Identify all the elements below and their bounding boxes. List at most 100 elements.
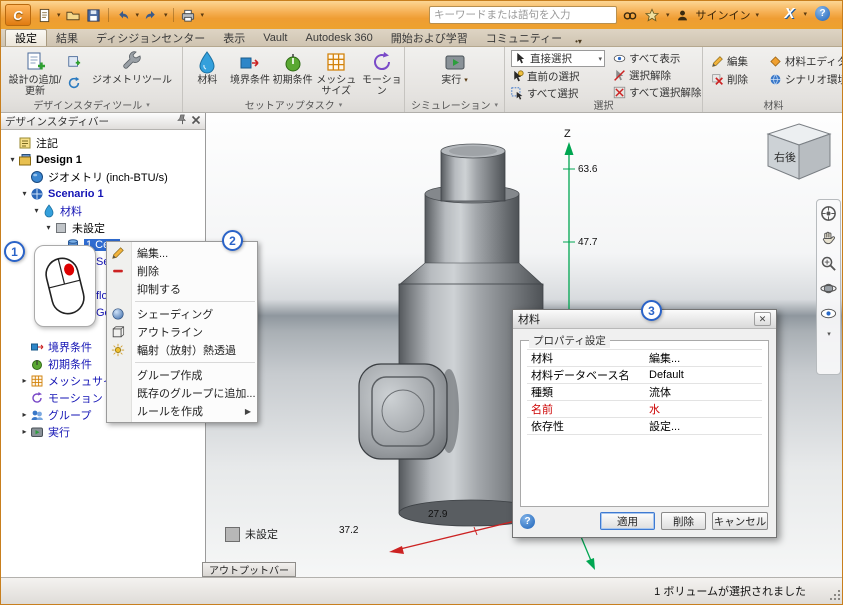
expand-arrow-icon[interactable]: ▾: [43, 223, 54, 232]
new-dropdown-icon[interactable]: ▾: [57, 11, 61, 19]
boundary-conditions-button[interactable]: 境界条件: [230, 48, 271, 86]
output-bar-label: アウトプットバー: [209, 566, 289, 577]
property-row-type[interactable]: 種類 流体: [527, 384, 762, 401]
help-icon[interactable]: ?: [815, 6, 830, 21]
tree-item-notes[interactable]: 注記: [1, 134, 205, 151]
output-bar-tab[interactable]: アウトプットバー: [202, 562, 296, 577]
tree-item-run[interactable]: ▸ 実行: [1, 423, 205, 440]
menu-item-delete[interactable]: 削除: [107, 262, 257, 280]
group-label-simulation[interactable]: シミュレーション ▾: [405, 98, 504, 112]
tab-getting-started[interactable]: 開始および学習: [382, 29, 477, 46]
group-label-material[interactable]: 材料: [703, 98, 842, 112]
direct-select-dropdown-icon[interactable]: ▾: [598, 55, 602, 63]
undo-icon[interactable]: [114, 6, 132, 24]
undo-dropdown-icon[interactable]: ▾: [136, 11, 140, 19]
mesh-size-button[interactable]: メッシュサイズ: [315, 48, 358, 97]
expand-arrow-icon[interactable]: ▸: [19, 410, 30, 419]
tree-item-scenario-1[interactable]: ▾ Scenario 1: [1, 185, 205, 202]
initial-conditions-button[interactable]: 初期条件: [272, 48, 313, 86]
exchange-dropdown-icon[interactable]: ▾: [803, 10, 807, 18]
run-button[interactable]: 実行 ▾: [431, 48, 479, 86]
tab-vault[interactable]: Vault: [254, 29, 296, 46]
tree-item-unassigned[interactable]: ▾ 未設定: [1, 219, 205, 236]
update-design-icon[interactable]: [67, 76, 81, 95]
group-label-select[interactable]: 選択: [505, 98, 702, 112]
menu-item-shading[interactable]: シェーディング: [107, 305, 257, 323]
property-row-database[interactable]: 材料データベース名 Default: [527, 367, 762, 384]
property-row-dependency[interactable]: 依存性 設定...: [527, 418, 762, 435]
context-menu: 編集... 削除 抑制する シェーディング アウトライン 輻射（放射）熱透過 グ…: [106, 241, 258, 423]
add-update-design-button[interactable]: 設計の追加/更新: [6, 48, 64, 97]
expand-arrow-icon[interactable]: ▾: [19, 189, 30, 198]
geometry-tools-button[interactable]: ジオメトリツール: [84, 48, 180, 86]
edit-material-button[interactable]: 編集: [711, 53, 769, 69]
menu-item-outline[interactable]: アウトライン: [107, 323, 257, 341]
tab-settings[interactable]: 設定: [5, 29, 47, 46]
zoom-icon[interactable]: [820, 255, 837, 272]
exchange-apps-icon[interactable]: X: [784, 5, 794, 22]
tree-item-material[interactable]: ▾ 材料: [1, 202, 205, 219]
tab-decision-center[interactable]: ディシジョンセンター: [87, 29, 214, 46]
delete-material-button[interactable]: 削除: [711, 71, 769, 87]
qat-customize-icon[interactable]: ▾: [201, 11, 205, 19]
group-label-setup-tasks[interactable]: セットアップタスク ▾: [183, 98, 404, 112]
expand-arrow-icon[interactable]: ▸: [19, 427, 30, 436]
tree-item-design-1[interactable]: ▾ Design 1: [1, 151, 205, 168]
apply-button[interactable]: 適用: [600, 512, 655, 530]
navbar-more-icon[interactable]: ▾: [827, 330, 831, 338]
close-panel-icon[interactable]: [191, 115, 201, 128]
material-editor-button[interactable]: 材料エディタ: [769, 53, 842, 69]
direct-select-combo[interactable]: 直接選択 ▾: [511, 50, 605, 67]
print-icon[interactable]: [179, 6, 197, 24]
favorites-dropdown-icon[interactable]: ▾: [666, 11, 670, 19]
tree-item-geometry[interactable]: ジオメトリ (inch-BTU/s): [1, 168, 205, 185]
mouse-icon: [45, 257, 85, 315]
expand-arrow-icon[interactable]: ▾: [31, 206, 42, 215]
cancel-button[interactable]: キャンセル: [712, 512, 768, 530]
tab-community[interactable]: コミュニティー: [477, 29, 571, 46]
previous-select-button[interactable]: 直前の選択: [511, 68, 605, 84]
search-binoculars-icon[interactable]: [621, 6, 639, 24]
tab-view[interactable]: 表示: [214, 29, 254, 46]
show-all-button[interactable]: すべて表示: [613, 50, 701, 66]
pan-hand-icon[interactable]: [820, 230, 837, 247]
steering-wheel-icon[interactable]: [820, 205, 837, 222]
menu-item-add-to-group[interactable]: 既存のグループに追加...: [107, 384, 257, 402]
orbit-icon[interactable]: [820, 280, 837, 297]
signin-dropdown-icon[interactable]: ▾: [756, 11, 760, 19]
favorites-star-icon[interactable]: [643, 6, 661, 24]
pin-icon[interactable]: [177, 114, 188, 128]
property-row-name[interactable]: 名前水: [527, 401, 762, 418]
tab-overflow-icon[interactable]: •▾: [575, 37, 582, 46]
redo-icon[interactable]: [142, 6, 160, 24]
new-icon[interactable]: [35, 6, 53, 24]
redo-dropdown-icon[interactable]: ▾: [164, 11, 168, 19]
group-label-design-study-tools[interactable]: デザインスタディツール ▾: [1, 98, 182, 112]
look-icon[interactable]: [820, 305, 837, 322]
menu-item-suppress[interactable]: 抑制する: [107, 280, 257, 298]
scenario-environment-button[interactable]: シナリオ環境: [769, 71, 842, 87]
menu-item-create-group[interactable]: グループ作成: [107, 366, 257, 384]
tab-autodesk-360[interactable]: Autodesk 360: [297, 29, 382, 46]
open-icon[interactable]: [64, 6, 82, 24]
dialog-help-icon[interactable]: ?: [520, 514, 535, 529]
app-logo[interactable]: C: [5, 4, 31, 26]
viewcube[interactable]: 右後: [762, 119, 836, 189]
dialog-close-icon[interactable]: ✕: [754, 312, 771, 326]
deselect-button[interactable]: 選択解除: [613, 67, 701, 83]
material-button[interactable]: 材料: [187, 48, 228, 86]
run-dropdown-icon[interactable]: ▾: [464, 75, 468, 86]
menu-item-radiation[interactable]: 輻射（放射）熱透過: [107, 341, 257, 359]
resize-grip[interactable]: [830, 590, 841, 601]
expand-arrow-icon[interactable]: ▸: [19, 376, 30, 385]
motion-button[interactable]: モーション: [360, 48, 405, 97]
delete-button[interactable]: 削除: [661, 512, 706, 530]
signin-button[interactable]: サインイン: [696, 7, 751, 23]
property-row-material[interactable]: 材料 編集...: [527, 350, 762, 367]
tab-results[interactable]: 結果: [47, 29, 87, 46]
menu-item-create-rule[interactable]: ルールを作成 ▶: [107, 402, 257, 420]
save-icon[interactable]: [85, 6, 103, 24]
expand-arrow-icon[interactable]: ▾: [7, 155, 18, 164]
search-input[interactable]: [429, 6, 617, 24]
add-design-icon[interactable]: [67, 54, 81, 73]
